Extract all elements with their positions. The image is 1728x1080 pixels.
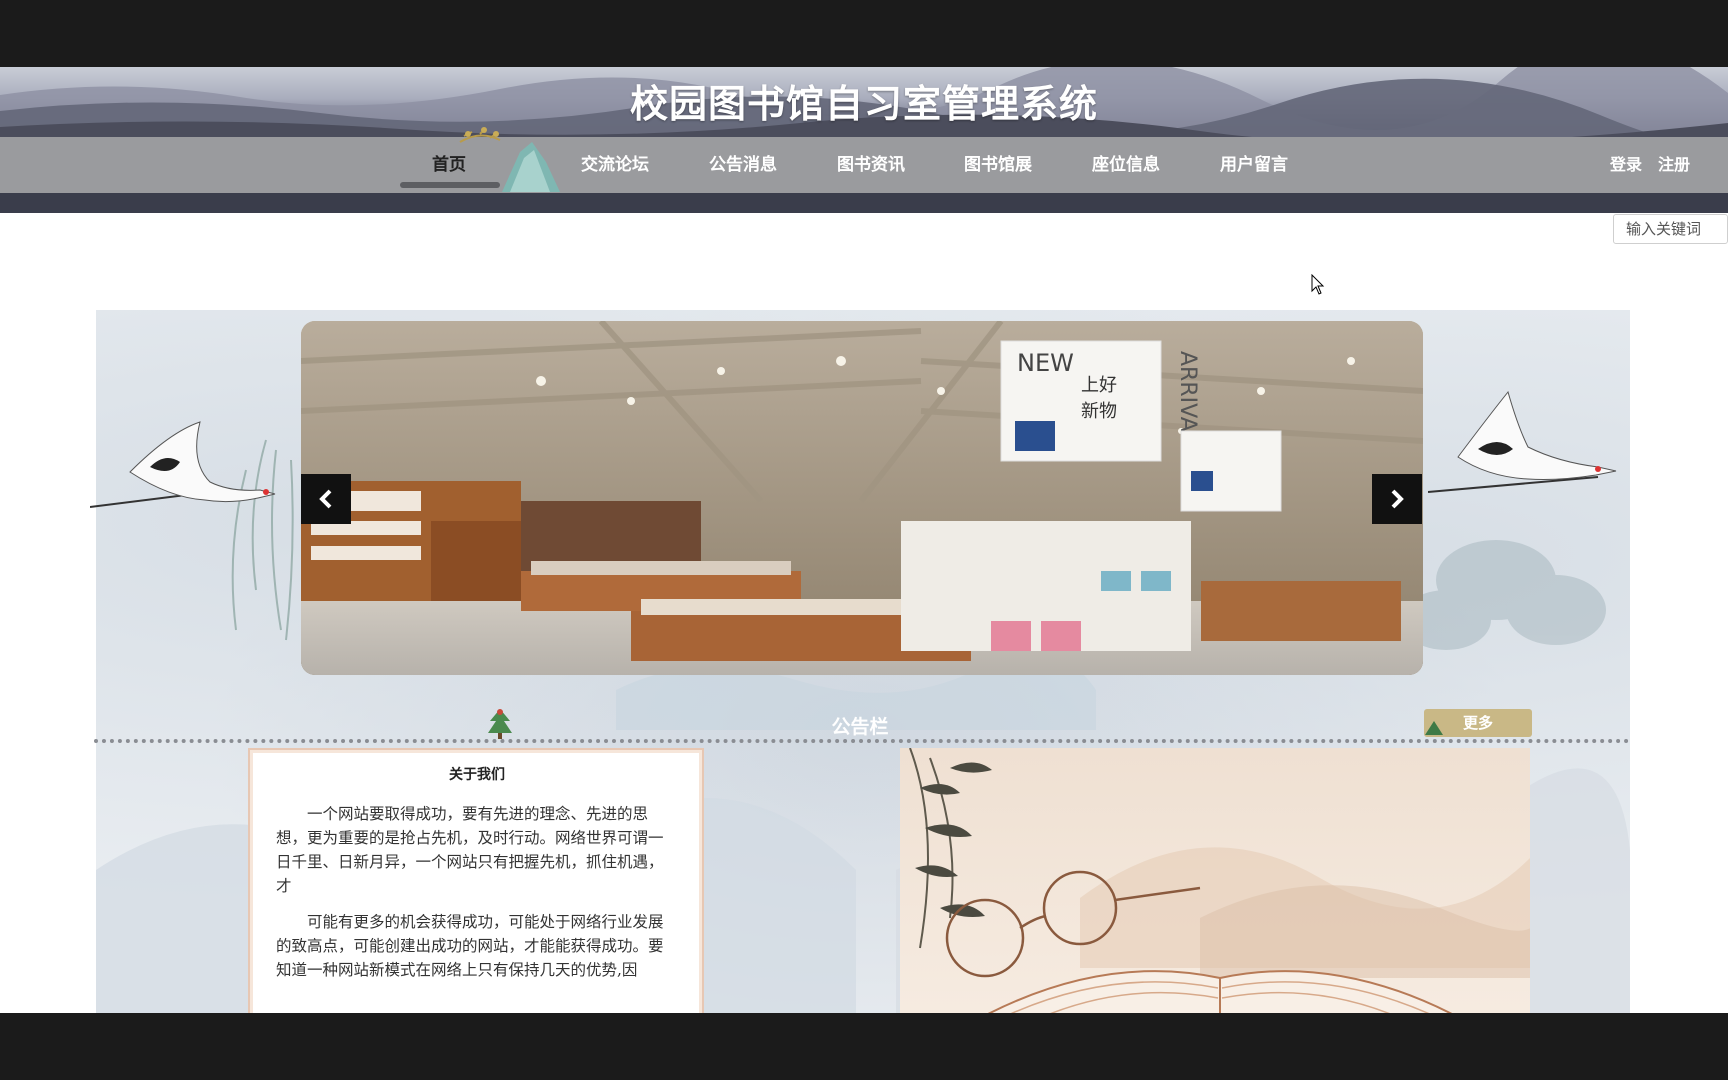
more-button-label: 更多	[1462, 714, 1493, 732]
book-glasses-illustration	[900, 748, 1530, 1013]
nav-item-forum[interactable]: 交流论坛	[581, 137, 649, 193]
sign-chinese-1: 上好	[1081, 375, 1117, 396]
crane-right-icon	[1428, 390, 1617, 493]
crane-left-icon	[90, 421, 276, 508]
site-title: 校园图书馆自习室管理系统	[629, 82, 1098, 126]
nav-item-announcements[interactable]: 公告消息	[709, 137, 777, 193]
nav-item-library-exhibition[interactable]: 图书馆展	[964, 137, 1032, 193]
pine-tree-icon	[488, 709, 512, 739]
nav-item-book-news[interactable]: 图书资讯	[837, 137, 905, 193]
navbar-bottom-strip	[0, 193, 1728, 213]
notice-board-title: 公告栏	[831, 716, 889, 738]
about-us-card: 关于我们 一个网站要取得成功，要有先进的理念、先进的思想，更为重要的是抢占先机，…	[248, 748, 704, 1013]
about-us-title: 关于我们	[449, 767, 505, 783]
nav-item-seat-info[interactable]: 座位信息	[1092, 137, 1160, 193]
chevron-left-icon	[319, 489, 332, 509]
sign-new-text: NEW	[1017, 349, 1074, 377]
small-tree-icon	[1425, 721, 1443, 735]
search-input[interactable]	[1613, 214, 1728, 244]
pine-mountain-decoration-icon	[459, 127, 560, 192]
chevron-right-icon	[1391, 489, 1404, 509]
open-book-image	[900, 748, 1530, 1013]
nav-item-user-messages[interactable]: 用户留言	[1220, 137, 1288, 193]
carousel-slide-image: NEW 上好 新物 ARRIVALS	[301, 321, 1423, 675]
nav-active-indicator	[400, 182, 500, 188]
browser-page: 校园图书馆自习室管理系统 首页 交流论坛 公告消息 图书资讯 图书馆展 座位信息…	[0, 67, 1728, 1013]
about-paragraph-1: 一个网站要取得成功，要有先进的理念、先进的思想，更为重要的是抢占先机，及时行动。…	[276, 805, 664, 895]
sign-chinese-2: 新物	[1081, 401, 1117, 422]
carousel-prev-button[interactable]	[301, 474, 351, 524]
header-banner: 校园图书馆自习室管理系统	[0, 67, 1728, 137]
carousel-next-button[interactable]	[1372, 474, 1422, 524]
login-link[interactable]: 登录	[1610, 137, 1642, 193]
register-link[interactable]: 注册	[1658, 137, 1690, 193]
about-paragraph-2: 可能有更多的机会获得成功，可能处于网络行业发展的致高点，可能创建出成功的网站，才…	[276, 913, 664, 979]
notice-divider	[94, 739, 1630, 743]
hero-carousel[interactable]: NEW 上好 新物 ARRIVALS	[301, 321, 1423, 675]
mouse-cursor-icon	[1311, 274, 1325, 295]
